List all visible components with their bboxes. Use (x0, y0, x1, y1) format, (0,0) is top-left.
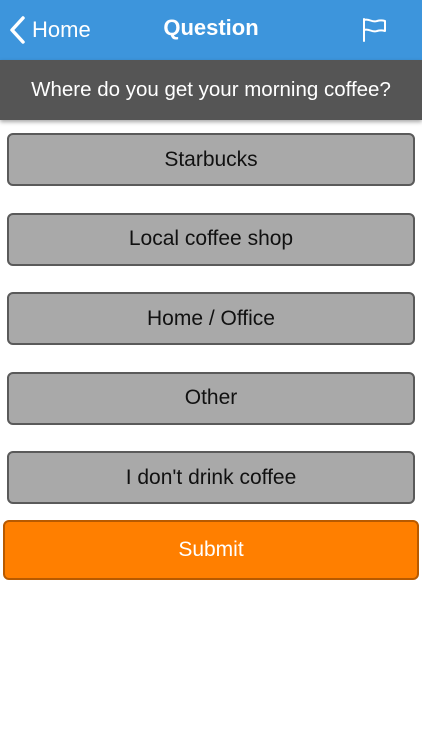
submit-button[interactable]: Submit (3, 520, 419, 580)
answer-option-other[interactable]: Other (7, 371, 415, 425)
flag-icon (360, 18, 388, 47)
answer-option-starbucks[interactable]: Starbucks (7, 133, 415, 186)
question-banner: Where do you get your morning coffee? (0, 60, 422, 120)
navigation-bar: Home Question (0, 0, 422, 60)
question-text: Where do you get your morning coffee? (31, 78, 391, 101)
answer-option-home-office[interactable]: Home / Office (7, 292, 415, 345)
answer-option-no-coffee[interactable]: I don't drink coffee (7, 451, 415, 504)
app-screen: Home Question Where do you get your morn… (0, 0, 422, 750)
back-button[interactable]: Home (8, 12, 91, 48)
answer-options-list: Starbucks Local coffee shop Home / Offic… (7, 133, 415, 531)
report-flag-button[interactable] (360, 17, 388, 43)
answer-option-local-coffee-shop[interactable]: Local coffee shop (7, 212, 415, 266)
chevron-left-icon (8, 15, 26, 45)
back-button-label: Home (32, 17, 91, 42)
